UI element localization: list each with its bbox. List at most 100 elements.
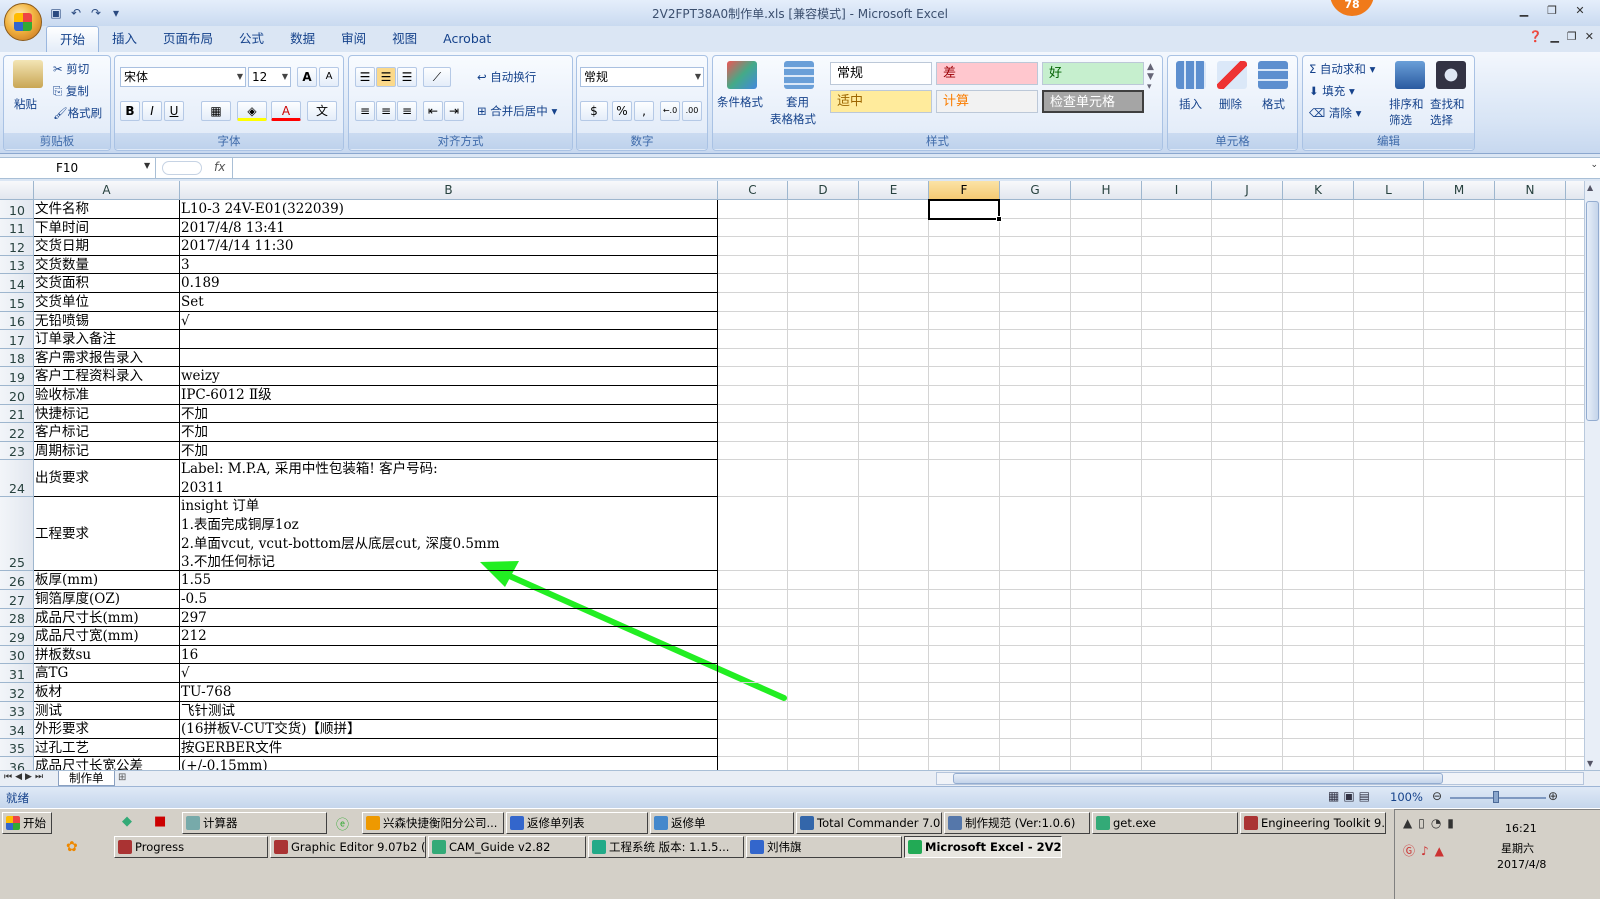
cell-label[interactable]: 客户标记 — [34, 423, 180, 442]
cell-label[interactable]: 快捷标记 — [34, 404, 180, 424]
conditional-format-button[interactable]: 条件格式 — [717, 94, 763, 110]
style-bad[interactable]: 差 — [936, 62, 1038, 85]
cell-value[interactable]: 2017/4/14 11:30 — [180, 237, 718, 256]
help-icon[interactable]: ❓ — [1529, 30, 1543, 43]
cell-value[interactable]: 16 — [180, 645, 718, 665]
cell-label[interactable]: 交货面积 — [34, 274, 180, 293]
tab-insert[interactable]: 插入 — [99, 26, 150, 52]
cell-label[interactable]: 交货日期 — [34, 237, 180, 256]
style-calculation[interactable]: 计算 — [936, 90, 1038, 113]
sheet-tab[interactable]: 制作单 — [58, 771, 115, 786]
orientation-icon[interactable]: ⟋ — [423, 67, 451, 87]
row-header[interactable]: 17 — [0, 330, 34, 349]
insert-button[interactable]: 插入 — [1179, 96, 1202, 112]
sort-filter-button-1[interactable]: 排序和 — [1389, 96, 1424, 112]
underline-button[interactable]: U — [164, 101, 184, 121]
fill-color-button[interactable]: ◈ — [237, 101, 267, 121]
row-header[interactable]: 26 — [0, 571, 34, 590]
increase-indent-icon[interactable]: ⇥ — [444, 101, 464, 121]
start-button[interactable]: 开始 — [2, 812, 52, 834]
cell-value[interactable]: Set — [180, 293, 718, 312]
tab-data[interactable]: 数据 — [277, 26, 328, 52]
cell-value[interactable]: 1.55 — [180, 571, 718, 590]
row-header[interactable]: 34 — [0, 720, 34, 739]
taskbar-button[interactable]: 返修单列表 — [506, 812, 648, 834]
pdf-icon[interactable]: ■ — [154, 814, 166, 829]
grow-font-button[interactable]: A — [297, 67, 317, 87]
active-cell-f10[interactable] — [928, 199, 1002, 222]
chevron-down-icon[interactable]: ▼ — [144, 161, 150, 170]
row-header[interactable]: 20 — [0, 386, 34, 405]
cell-value[interactable]: 不加 — [180, 423, 718, 442]
row-header[interactable]: 21 — [0, 404, 34, 424]
view-buttons[interactable]: ▦▣▤ — [1328, 789, 1374, 803]
wrap-text-button[interactable]: ↩ 自动换行 — [477, 69, 536, 85]
cell-value[interactable]: √ — [180, 311, 718, 331]
cell-label[interactable]: 验收标准 — [34, 386, 180, 405]
ie-icon[interactable]: ⓔ — [336, 814, 349, 833]
tab-acrobat[interactable]: Acrobat — [430, 26, 504, 52]
taskbar-button[interactable]: Microsoft Excel - 2V2F... — [904, 836, 1062, 858]
font-name-select[interactable]: 宋体 ▼ — [120, 67, 246, 87]
cell-value[interactable]: (+/-0.15mm) — [180, 757, 718, 770]
row-header[interactable]: 25 — [0, 497, 34, 572]
taskbar-button[interactable]: Graphic Editor 9.07b2 (0... — [270, 836, 426, 858]
scroll-up-icon[interactable]: ▲ — [1587, 183, 1593, 192]
cell-value[interactable]: (16拼板V-CUT交货)【顺拼】 — [180, 720, 718, 739]
merge-center-button[interactable]: ⊞ 合并后居中 ▾ — [477, 103, 557, 119]
align-left-icon[interactable]: ≡ — [355, 101, 375, 121]
expand-formula-icon[interactable]: ⌄ — [1590, 160, 1598, 170]
cell-label[interactable]: 成品尺寸宽(mm) — [34, 627, 180, 646]
format-painter-button[interactable]: 🖌格式刷 — [53, 105, 102, 121]
align-center-icon[interactable]: ≡ — [376, 101, 396, 121]
cell-label[interactable]: 板材 — [34, 683, 180, 702]
cell-label[interactable]: 下单时间 — [34, 218, 180, 238]
font-size-select[interactable]: 12 ▼ — [248, 67, 291, 87]
cell-label[interactable]: 无铅喷锡 — [34, 311, 180, 331]
sort-filter-icon[interactable] — [1395, 61, 1425, 89]
quicklaunch-icon-2[interactable]: ✿ — [66, 839, 78, 855]
cell-label[interactable]: 铜箔厚度(OZ) — [34, 590, 180, 609]
conditional-format-icon[interactable] — [727, 61, 757, 89]
cell-value[interactable]: √ — [180, 664, 718, 683]
restore-doc-icon[interactable]: ❐ — [1567, 30, 1577, 43]
insert-sheet-icon[interactable]: ⊞ — [118, 772, 126, 783]
taskbar-button[interactable]: 工程系统 版本: 1.1.5... — [588, 836, 744, 858]
close-doc-icon[interactable]: ✕ — [1585, 30, 1594, 43]
cell-label[interactable]: 成品尺寸长(mm) — [34, 608, 180, 628]
decrease-indent-icon[interactable]: ⇤ — [423, 101, 443, 121]
cell-value[interactable]: TU-768 — [180, 683, 718, 702]
tab-page-layout[interactable]: 页面布局 — [150, 26, 226, 52]
row-header[interactable]: 19 — [0, 367, 34, 386]
fill-handle[interactable] — [996, 216, 1002, 222]
cell-label[interactable]: 订单录入备注 — [34, 330, 180, 349]
insert-cells-icon[interactable] — [1176, 61, 1206, 89]
row-header[interactable]: 35 — [0, 738, 34, 758]
row-header[interactable]: 29 — [0, 627, 34, 646]
number-format-select[interactable]: 常规 ▼ — [580, 67, 704, 87]
zoom-in-icon[interactable]: ⊕ — [1548, 789, 1558, 803]
quicklaunch-icon-1[interactable]: ◆ — [122, 814, 132, 829]
row-header[interactable]: 13 — [0, 255, 34, 275]
format-table-button-2[interactable]: 表格格式 — [770, 111, 816, 127]
autosum-button[interactable]: Σ 自动求和 ▾ — [1309, 61, 1375, 77]
cell-label[interactable]: 板厚(mm) — [34, 571, 180, 590]
cell-label[interactable]: 高TG — [34, 664, 180, 683]
cell-value[interactable] — [180, 348, 718, 368]
cell-label[interactable]: 出货要求 — [34, 460, 180, 498]
cell-label[interactable]: 过孔工艺 — [34, 738, 180, 758]
paste-icon[interactable] — [13, 60, 43, 88]
minimize-icon[interactable]: ▁ — [1512, 2, 1536, 20]
cell-value[interactable]: 不加 — [180, 441, 718, 461]
style-check-cell[interactable]: 检查单元格 — [1042, 90, 1144, 113]
copy-button[interactable]: ⎘ 复制 — [53, 83, 89, 99]
align-middle-icon[interactable]: ☰ — [376, 67, 396, 87]
cell-label[interactable]: 交货单位 — [34, 293, 180, 312]
percent-button[interactable]: % — [612, 101, 632, 121]
font-color-button[interactable]: A — [271, 101, 301, 121]
bold-button[interactable]: B — [120, 101, 140, 121]
border-button[interactable]: ▦ — [201, 101, 231, 121]
name-box[interactable]: F10 — [0, 158, 156, 178]
row-header[interactable]: 16 — [0, 311, 34, 331]
cell-value[interactable]: weizy — [180, 367, 718, 386]
